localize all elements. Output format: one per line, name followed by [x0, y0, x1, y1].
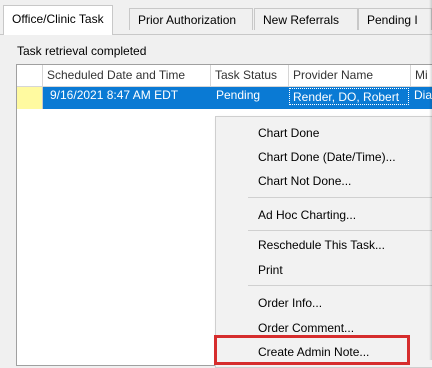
menu-item-chart-done[interactable]: Chart Done: [258, 123, 319, 143]
tab-bar: Office/Clinic Task Prior Authorization N…: [0, 0, 432, 35]
grid-header: Scheduled Date and Time Task Status Prov…: [17, 65, 432, 87]
menu-item-print[interactable]: Print: [258, 260, 283, 280]
menu-item-chart-done-datetime[interactable]: Chart Done (Date/Time)...: [258, 147, 396, 167]
menu-item-ad-hoc-charting[interactable]: Ad Hoc Charting...: [258, 205, 356, 225]
menu-separator: [248, 285, 432, 286]
tab-pending[interactable]: Pending I: [358, 8, 432, 30]
context-menu: Chart Done Chart Done (Date/Time)... Cha…: [215, 116, 432, 368]
menu-item-chart-not-done[interactable]: Chart Not Done...: [258, 171, 351, 191]
header-scheduled-date[interactable]: Scheduled Date and Time: [43, 65, 211, 86]
menu-item-order-info[interactable]: Order Info...: [258, 293, 322, 313]
status-text: Task retrieval completed: [17, 44, 147, 58]
row-indicator: [17, 87, 43, 109]
cell-task-status: Pending: [216, 88, 261, 102]
cell-provider-name: Render, DO, Robert: [289, 88, 409, 105]
menu-item-reschedule-task[interactable]: Reschedule This Task...: [258, 235, 385, 255]
header-indicator-cell: [17, 65, 43, 86]
table-row[interactable]: 9/16/2021 8:47 AM EDT Pending Render, DO…: [17, 87, 432, 109]
header-task-status[interactable]: Task Status: [211, 65, 289, 86]
header-provider-name[interactable]: Provider Name: [289, 65, 411, 86]
tab-office-clinic-task[interactable]: Office/Clinic Task: [3, 5, 113, 35]
tab-prior-authorization[interactable]: Prior Authorization: [129, 8, 253, 30]
highlight-box: [214, 335, 410, 365]
tab-new-referrals[interactable]: New Referrals: [254, 8, 358, 30]
menu-separator: [248, 197, 432, 198]
menu-separator: [248, 230, 432, 231]
cell-scheduled-date: 9/16/2021 8:47 AM EDT: [50, 88, 179, 102]
